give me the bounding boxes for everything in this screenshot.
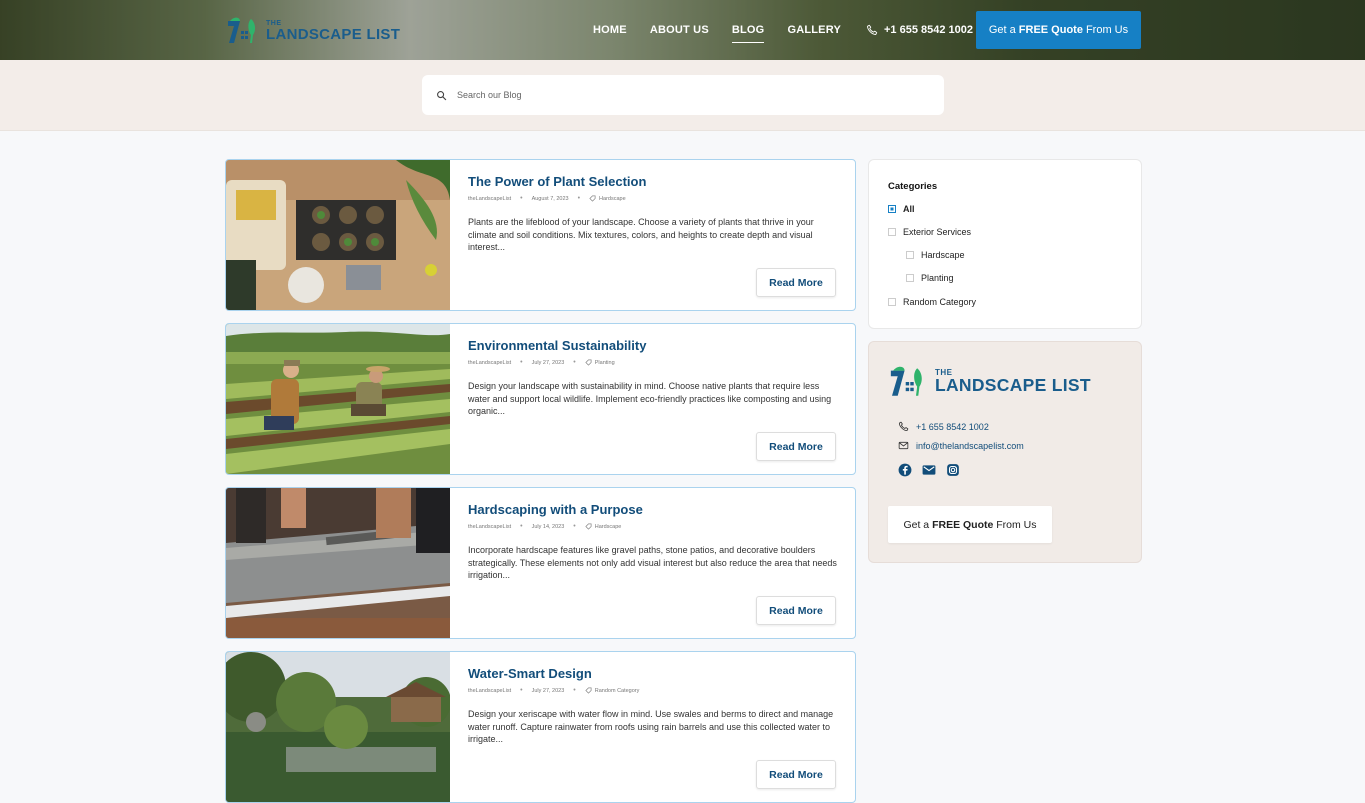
blog-post-card[interactable]: Water-Smart Design theLandscapeList • Ju… — [225, 651, 856, 803]
quote-bold: FREE Quote — [932, 518, 994, 531]
phone-icon — [867, 24, 878, 35]
post-image-hardscape — [226, 488, 450, 638]
site-logo[interactable]: THE LANDSCAPE LIST — [226, 16, 400, 46]
category-checkbox[interactable] — [888, 228, 896, 236]
post-category[interactable]: Hardscape — [585, 523, 622, 530]
category-checkbox[interactable] — [888, 205, 896, 213]
post-image-field — [226, 324, 450, 474]
post-title[interactable]: Environmental Sustainability — [468, 338, 838, 353]
search-band — [0, 60, 1365, 131]
category-label: Planting — [921, 273, 954, 283]
post-category[interactable]: Random Category — [585, 687, 640, 694]
quote-pre: Get a — [903, 518, 930, 531]
post-category-label: Hardscape — [599, 195, 626, 202]
read-more-button[interactable]: Read More — [756, 268, 836, 297]
category-label: Exterior Services — [903, 227, 972, 237]
quote-bold: FREE Quote — [1018, 24, 1083, 36]
read-more-button[interactable]: Read More — [756, 760, 836, 789]
category-checkbox[interactable] — [906, 251, 914, 259]
nav-gallery[interactable]: GALLERY — [787, 24, 841, 36]
phone-icon — [898, 421, 909, 432]
blog-post-card[interactable]: Hardscaping with a Purpose theLandscapeL… — [225, 487, 856, 639]
post-category[interactable]: Hardscape — [589, 195, 626, 202]
post-title[interactable]: Hardscaping with a Purpose — [468, 502, 838, 517]
quote-post: From Us — [1085, 24, 1129, 36]
post-author: theLandscapeList — [468, 359, 512, 366]
tag-icon — [585, 523, 592, 530]
post-date: July 27, 2023 — [531, 359, 565, 366]
categories-title: Categories — [888, 181, 938, 192]
post-author: theLandscapeList — [468, 687, 512, 694]
logo-mark-icon — [228, 17, 256, 43]
post-author: theLandscapeList — [468, 523, 512, 530]
instagram-icon[interactable] — [946, 463, 960, 477]
site-header: THE LANDSCAPE LIST HOME ABOUT US BLOG GA… — [0, 0, 1365, 60]
logo-name: LANDSCAPE LIST — [266, 26, 401, 43]
category-label: Hardscape — [921, 250, 965, 260]
category-all[interactable]: All — [888, 204, 915, 214]
tag-icon — [585, 687, 592, 694]
post-excerpt: Plants are the lifeblood of your landsca… — [468, 217, 814, 252]
header-phone[interactable]: +1 655 8542 1002 — [866, 24, 973, 36]
categories-panel: Categories All Exterior Services Hardsca… — [868, 159, 1142, 329]
post-category[interactable]: Planting — [585, 359, 615, 366]
post-title[interactable]: The Power of Plant Selection — [468, 174, 838, 189]
category-checkbox[interactable] — [888, 298, 896, 306]
post-date: July 14, 2023 — [531, 523, 565, 530]
category-label: All — [903, 204, 915, 214]
tag-icon — [589, 195, 596, 202]
contact-phone-number: +1 655 8542 1002 — [916, 421, 989, 432]
social-links — [898, 463, 970, 477]
search-input[interactable] — [455, 89, 919, 101]
category-random[interactable]: Random Category — [888, 297, 976, 307]
search-icon — [437, 90, 447, 100]
contact-logo[interactable]: THE LANDSCAPE LIST — [888, 366, 1091, 398]
blog-post-card[interactable]: The Power of Plant Selection theLandscap… — [225, 159, 856, 311]
contact-phone[interactable]: +1 655 8542 1002 — [898, 421, 989, 432]
post-title[interactable]: Water-Smart Design — [468, 666, 838, 681]
envelope-icon — [898, 441, 909, 450]
nav-about-us[interactable]: ABOUT US — [650, 24, 709, 36]
post-image-plants — [226, 160, 450, 310]
post-category-label: Random Category — [594, 687, 640, 694]
post-meta: theLandscapeList • July 27, 2023 • Rando… — [468, 687, 640, 694]
read-more-button[interactable]: Read More — [756, 432, 836, 461]
post-image-garden — [226, 652, 450, 802]
post-category-label: Planting — [594, 359, 615, 366]
post-excerpt: Design your landscape with sustainabilit… — [468, 381, 832, 416]
category-hardscape[interactable]: Hardscape — [906, 250, 965, 260]
header-quote-button[interactable]: Get a FREE Quote From Us — [976, 11, 1141, 49]
category-planting[interactable]: Planting — [906, 273, 954, 283]
search-box[interactable] — [422, 75, 944, 115]
contact-email[interactable]: info@thelandscapelist.com — [898, 440, 1024, 451]
tag-icon — [585, 359, 592, 366]
category-checkbox[interactable] — [906, 274, 914, 282]
read-more-button[interactable]: Read More — [756, 596, 836, 625]
category-label: Random Category — [903, 297, 977, 307]
sidebar-quote-button[interactable]: Get a FREE Quote From Us — [888, 506, 1052, 543]
contact-card: THE LANDSCAPE LIST +1 655 8542 1002 info… — [868, 341, 1142, 563]
post-date: July 27, 2023 — [531, 687, 565, 694]
nav-blog[interactable]: BLOG — [731, 24, 765, 43]
post-excerpt: Design your xeriscape with water flow in… — [468, 709, 834, 744]
logo-mark-icon — [890, 366, 922, 396]
post-category-label: Hardscape — [594, 523, 622, 530]
post-author: theLandscapeList — [468, 195, 512, 202]
logo-name: LANDSCAPE LIST — [935, 375, 1091, 396]
blog-post-card[interactable]: Environmental Sustainability theLandscap… — [225, 323, 856, 475]
post-meta: theLandscapeList • July 27, 2023 • Plant… — [468, 359, 615, 366]
contact-email-address: info@thelandscapelist.com — [916, 440, 1024, 451]
post-meta: theLandscapeList • July 14, 2023 • Hards… — [468, 523, 622, 530]
mail-icon[interactable] — [922, 463, 936, 477]
quote-pre: Get a — [988, 24, 1016, 36]
main-nav: HOME ABOUT US BLOG GALLERY +1 655 8542 1… — [593, 0, 973, 60]
quote-post: From Us — [996, 518, 1037, 531]
header-phone-number: +1 655 8542 1002 — [884, 24, 974, 36]
category-exterior-services[interactable]: Exterior Services — [888, 227, 971, 237]
post-date: August 7, 2023 — [531, 195, 569, 202]
post-meta: theLandscapeList • August 7, 2023 • Hard… — [468, 195, 626, 202]
facebook-icon[interactable] — [898, 463, 912, 477]
nav-home[interactable]: HOME — [593, 24, 627, 36]
post-excerpt: Incorporate hardscape features like grav… — [468, 545, 837, 580]
